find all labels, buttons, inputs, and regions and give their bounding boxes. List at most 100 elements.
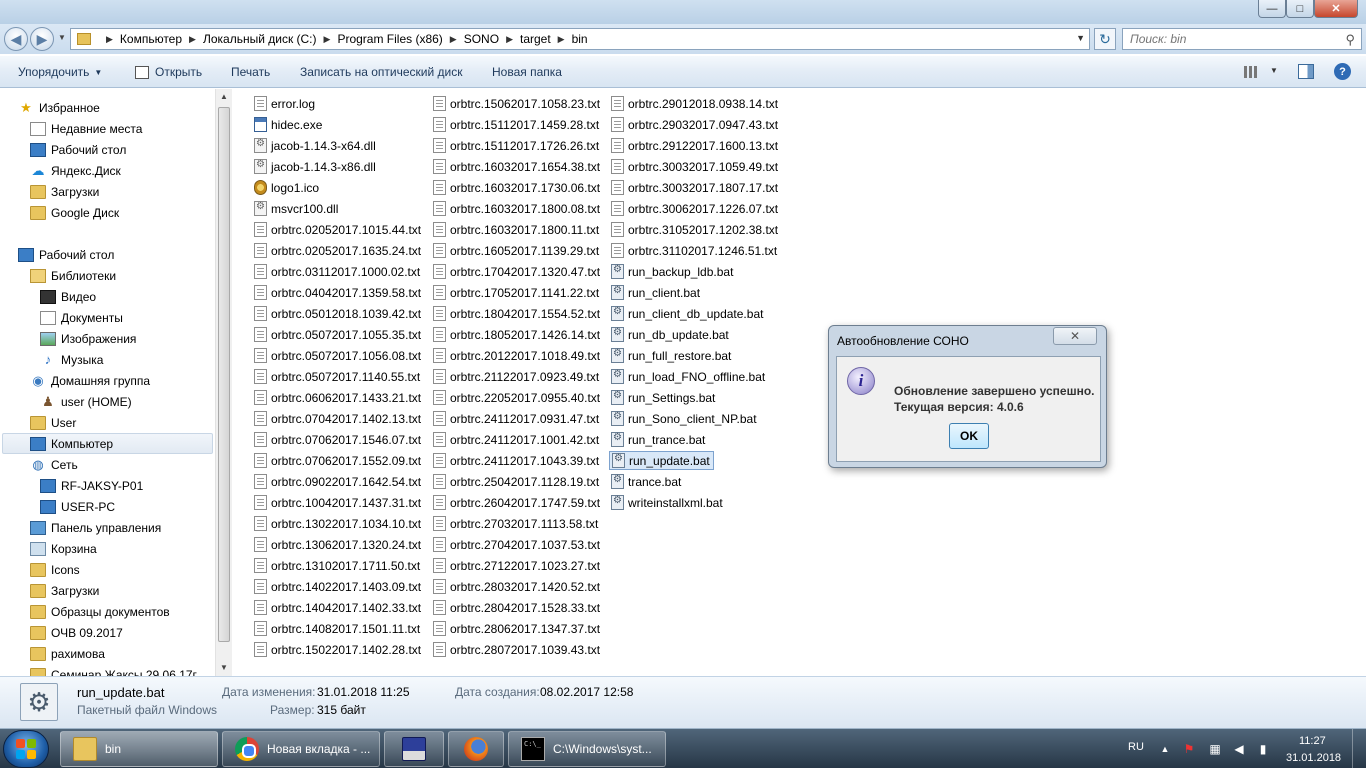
file-item[interactable]: run_Settings.bat	[609, 388, 718, 407]
nav-computer[interactable]: Компьютер	[2, 433, 213, 454]
file-item[interactable]: run_client.bat	[609, 283, 703, 302]
taskbar-command-prompt[interactable]: C:\_ C:\Windows\syst...	[508, 731, 666, 767]
file-item[interactable]: orbtrc.14042017.1402.33.txt	[252, 598, 424, 617]
file-item[interactable]: msvcr100.dll	[252, 199, 341, 218]
file-item[interactable]: orbtrc.16032017.1730.06.txt	[431, 178, 603, 197]
file-item[interactable]: orbtrc.15112017.1459.28.txt	[431, 115, 602, 134]
action-center-flag-icon[interactable]: ⚑	[1182, 742, 1196, 756]
nav-homegroup[interactable]: ◉ Домашняя группа	[30, 370, 150, 391]
file-item[interactable]: orbtrc.13062017.1320.24.txt	[252, 535, 424, 554]
maximize-button[interactable]: □	[1286, 0, 1314, 18]
file-item[interactable]: orbtrc.18042017.1554.52.txt	[431, 304, 603, 323]
forward-button[interactable]: ▶	[30, 27, 54, 51]
taskbar-floppy-app[interactable]	[384, 731, 444, 767]
file-item[interactable]: hidec.exe	[252, 115, 325, 134]
taskbar-firefox[interactable]	[448, 731, 504, 767]
minimize-button[interactable]: —	[1258, 0, 1286, 18]
file-item[interactable]: orbtrc.27032017.1113.58.txt	[431, 514, 601, 533]
file-item[interactable]: orbtrc.03112017.1000.02.txt	[252, 262, 423, 281]
nav-desktop[interactable]: Рабочий стол	[18, 244, 114, 265]
network-tray-icon[interactable]: ▦	[1208, 742, 1222, 756]
change-view-icon[interactable]	[1244, 66, 1258, 78]
language-indicator[interactable]: RU	[1128, 741, 1144, 753]
file-item[interactable]: orbtrc.17042017.1320.47.txt	[431, 262, 603, 281]
nav-user[interactable]: User	[30, 412, 76, 433]
dialog-close-button[interactable]: ✕	[1053, 327, 1097, 345]
start-button[interactable]	[3, 730, 49, 768]
file-item[interactable]: orbtrc.02052017.1015.44.txt	[252, 220, 424, 239]
file-item[interactable]: orbtrc.05072017.1140.55.txt	[252, 367, 423, 386]
search-box[interactable]: ⚲	[1122, 28, 1362, 50]
nav-downloads[interactable]: Загрузки	[30, 580, 99, 601]
nav-icons-folder[interactable]: Icons	[30, 559, 80, 580]
nav-video[interactable]: Видео	[40, 286, 96, 307]
nav-rakhimova-folder[interactable]: рахимова	[30, 643, 105, 664]
file-item[interactable]: orbtrc.15112017.1726.26.txt	[431, 136, 602, 155]
nav-seminar-folder[interactable]: Семинар Жаксы 29.06.17г	[30, 664, 197, 676]
file-item[interactable]: orbtrc.24112017.1043.39.txt	[431, 451, 602, 470]
organize-button[interactable]: Упорядочить ▼	[18, 65, 102, 79]
close-button[interactable]: ✕	[1314, 0, 1358, 18]
burn-button[interactable]: Записать на оптический диск	[300, 65, 463, 79]
file-item[interactable]: writeinstallxml.bat	[609, 493, 726, 512]
breadcrumb-local-disk[interactable]: Локальный диск (C:)	[203, 32, 317, 46]
nav-desktop-favorite[interactable]: Рабочий стол	[30, 139, 126, 160]
search-icon[interactable]: ⚲	[1345, 32, 1355, 48]
file-item[interactable]: orbtrc.16052017.1139.29.txt	[431, 241, 602, 260]
address-bar[interactable]: ▶ Компьютер ▶ Локальный диск (C:) ▶ Prog…	[70, 28, 1090, 50]
nav-recent-places[interactable]: Недавние места	[30, 118, 142, 139]
chevron-right-icon[interactable]: ▶	[506, 34, 513, 45]
file-item[interactable]: orbtrc.31102017.1246.51.txt	[609, 241, 780, 260]
breadcrumb-program-files[interactable]: Program Files (x86)	[337, 32, 442, 46]
file-item[interactable]: orbtrc.26042017.1747.59.txt	[431, 493, 603, 512]
file-item[interactable]: run_load_FNO_offline.bat	[609, 367, 768, 386]
file-item[interactable]: orbtrc.28032017.1420.52.txt	[431, 577, 603, 596]
breadcrumb-sono[interactable]: SONO	[464, 32, 499, 46]
chevron-right-icon[interactable]: ▶	[189, 34, 196, 45]
file-item[interactable]: orbtrc.02052017.1635.24.txt	[252, 241, 424, 260]
breadcrumb-target[interactable]: target	[520, 32, 551, 46]
file-item[interactable]: run_client_db_update.bat	[609, 304, 766, 323]
nav-network-pc-2[interactable]: USER-PC	[40, 496, 115, 517]
file-item[interactable]: orbtrc.04042017.1359.58.txt	[252, 283, 424, 302]
chevron-down-icon[interactable]: ▼	[1270, 66, 1278, 75]
open-button[interactable]: Открыть	[135, 65, 202, 79]
file-item[interactable]: trance.bat	[609, 472, 684, 491]
nav-yandex-disk[interactable]: ☁ Яндекс.Диск	[30, 160, 121, 181]
chevron-right-icon[interactable]: ▶	[324, 34, 331, 45]
taskbar-chrome[interactable]: Новая вкладка - ...	[222, 731, 380, 767]
file-item[interactable]: orbtrc.15022017.1402.28.txt	[252, 640, 424, 659]
nav-documents[interactable]: Документы	[40, 307, 123, 328]
file-item[interactable]: run_full_restore.bat	[609, 346, 734, 365]
file-item[interactable]: orbtrc.13102017.1711.50.txt	[252, 556, 423, 575]
file-item[interactable]: orbtrc.05012018.1039.42.txt	[252, 304, 424, 323]
refresh-button[interactable]: ↻	[1094, 28, 1116, 50]
clock-date[interactable]: 31.01.2018	[1286, 752, 1341, 764]
preview-pane-icon[interactable]	[1298, 64, 1314, 79]
new-folder-button[interactable]: Новая папка	[492, 65, 562, 79]
nav-google-drive[interactable]: Google Диск	[30, 202, 119, 223]
file-item[interactable]: orbtrc.21122017.0923.49.txt	[431, 367, 602, 386]
file-item[interactable]: orbtrc.31052017.1202.38.txt	[609, 220, 781, 239]
file-item[interactable]: orbtrc.29032017.0947.43.txt	[609, 115, 781, 134]
file-item[interactable]: orbtrc.09022017.1642.54.txt	[252, 472, 424, 491]
file-item[interactable]: orbtrc.25042017.1128.19.txt	[431, 472, 602, 491]
scroll-down-icon[interactable]: ▼	[220, 663, 228, 672]
file-item[interactable]: orbtrc.05072017.1056.08.txt	[252, 346, 424, 365]
file-item[interactable]: orbtrc.16032017.1800.11.txt	[431, 220, 602, 239]
file-item[interactable]: orbtrc.30062017.1226.07.txt	[609, 199, 781, 218]
clock-time[interactable]: 11:27	[1299, 735, 1326, 747]
print-button[interactable]: Печать	[231, 65, 270, 79]
file-item[interactable]: orbtrc.28072017.1039.43.txt	[431, 640, 603, 659]
nav-recycle-bin[interactable]: Корзина	[30, 538, 97, 559]
nav-downloads-favorite[interactable]: Загрузки	[30, 181, 99, 202]
breadcrumb-computer[interactable]: Компьютер	[120, 32, 182, 46]
nav-ochv-folder[interactable]: ОЧВ 09.2017	[30, 622, 123, 643]
search-input[interactable]	[1130, 32, 1340, 46]
file-item[interactable]: orbtrc.22052017.0955.40.txt	[431, 388, 603, 407]
scroll-up-icon[interactable]: ▲	[220, 92, 228, 101]
file-item[interactable]: orbtrc.05072017.1055.35.txt	[252, 325, 424, 344]
file-item[interactable]: orbtrc.14082017.1501.11.txt	[252, 619, 423, 638]
help-icon[interactable]: ?	[1334, 63, 1351, 80]
volume-icon[interactable]: ◀	[1232, 742, 1246, 756]
